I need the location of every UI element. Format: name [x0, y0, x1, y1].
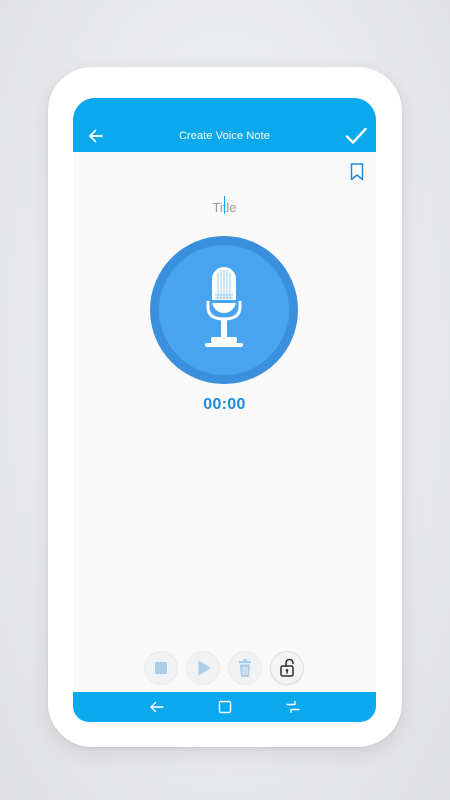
play-button[interactable] — [187, 652, 219, 684]
checkmark-icon — [345, 127, 367, 144]
nav-home-button[interactable] — [215, 697, 235, 717]
system-nav-bar — [73, 692, 376, 722]
play-icon — [198, 660, 211, 676]
app-screen: Create Voice Note Title 00:00 — [73, 98, 376, 722]
delete-button[interactable] — [229, 652, 261, 684]
back-arrow-icon — [150, 701, 164, 713]
microphone-icon — [205, 267, 243, 347]
lock-button[interactable] — [271, 652, 303, 684]
record-button-inner — [159, 245, 289, 375]
content-area: 00:00 — [73, 152, 376, 692]
record-button[interactable] — [150, 236, 298, 384]
recent-apps-icon — [286, 700, 300, 714]
app-bar: Create Voice Note — [73, 120, 376, 152]
status-bar — [73, 98, 376, 120]
save-button[interactable] — [343, 123, 369, 149]
page-title: Create Voice Note — [179, 130, 270, 142]
trash-icon — [239, 659, 251, 677]
bookmark-icon — [350, 163, 364, 181]
stop-icon — [155, 662, 167, 674]
home-square-icon — [218, 700, 232, 714]
playback-controls — [145, 652, 305, 686]
recording-timer: 00:00 — [203, 396, 246, 413]
text-cursor — [224, 196, 225, 214]
nav-back-button[interactable] — [147, 697, 167, 717]
unlocked-padlock-icon — [280, 658, 294, 677]
stop-button[interactable] — [145, 652, 177, 684]
nav-recent-button[interactable] — [283, 697, 303, 717]
bookmark-button[interactable] — [348, 162, 366, 182]
